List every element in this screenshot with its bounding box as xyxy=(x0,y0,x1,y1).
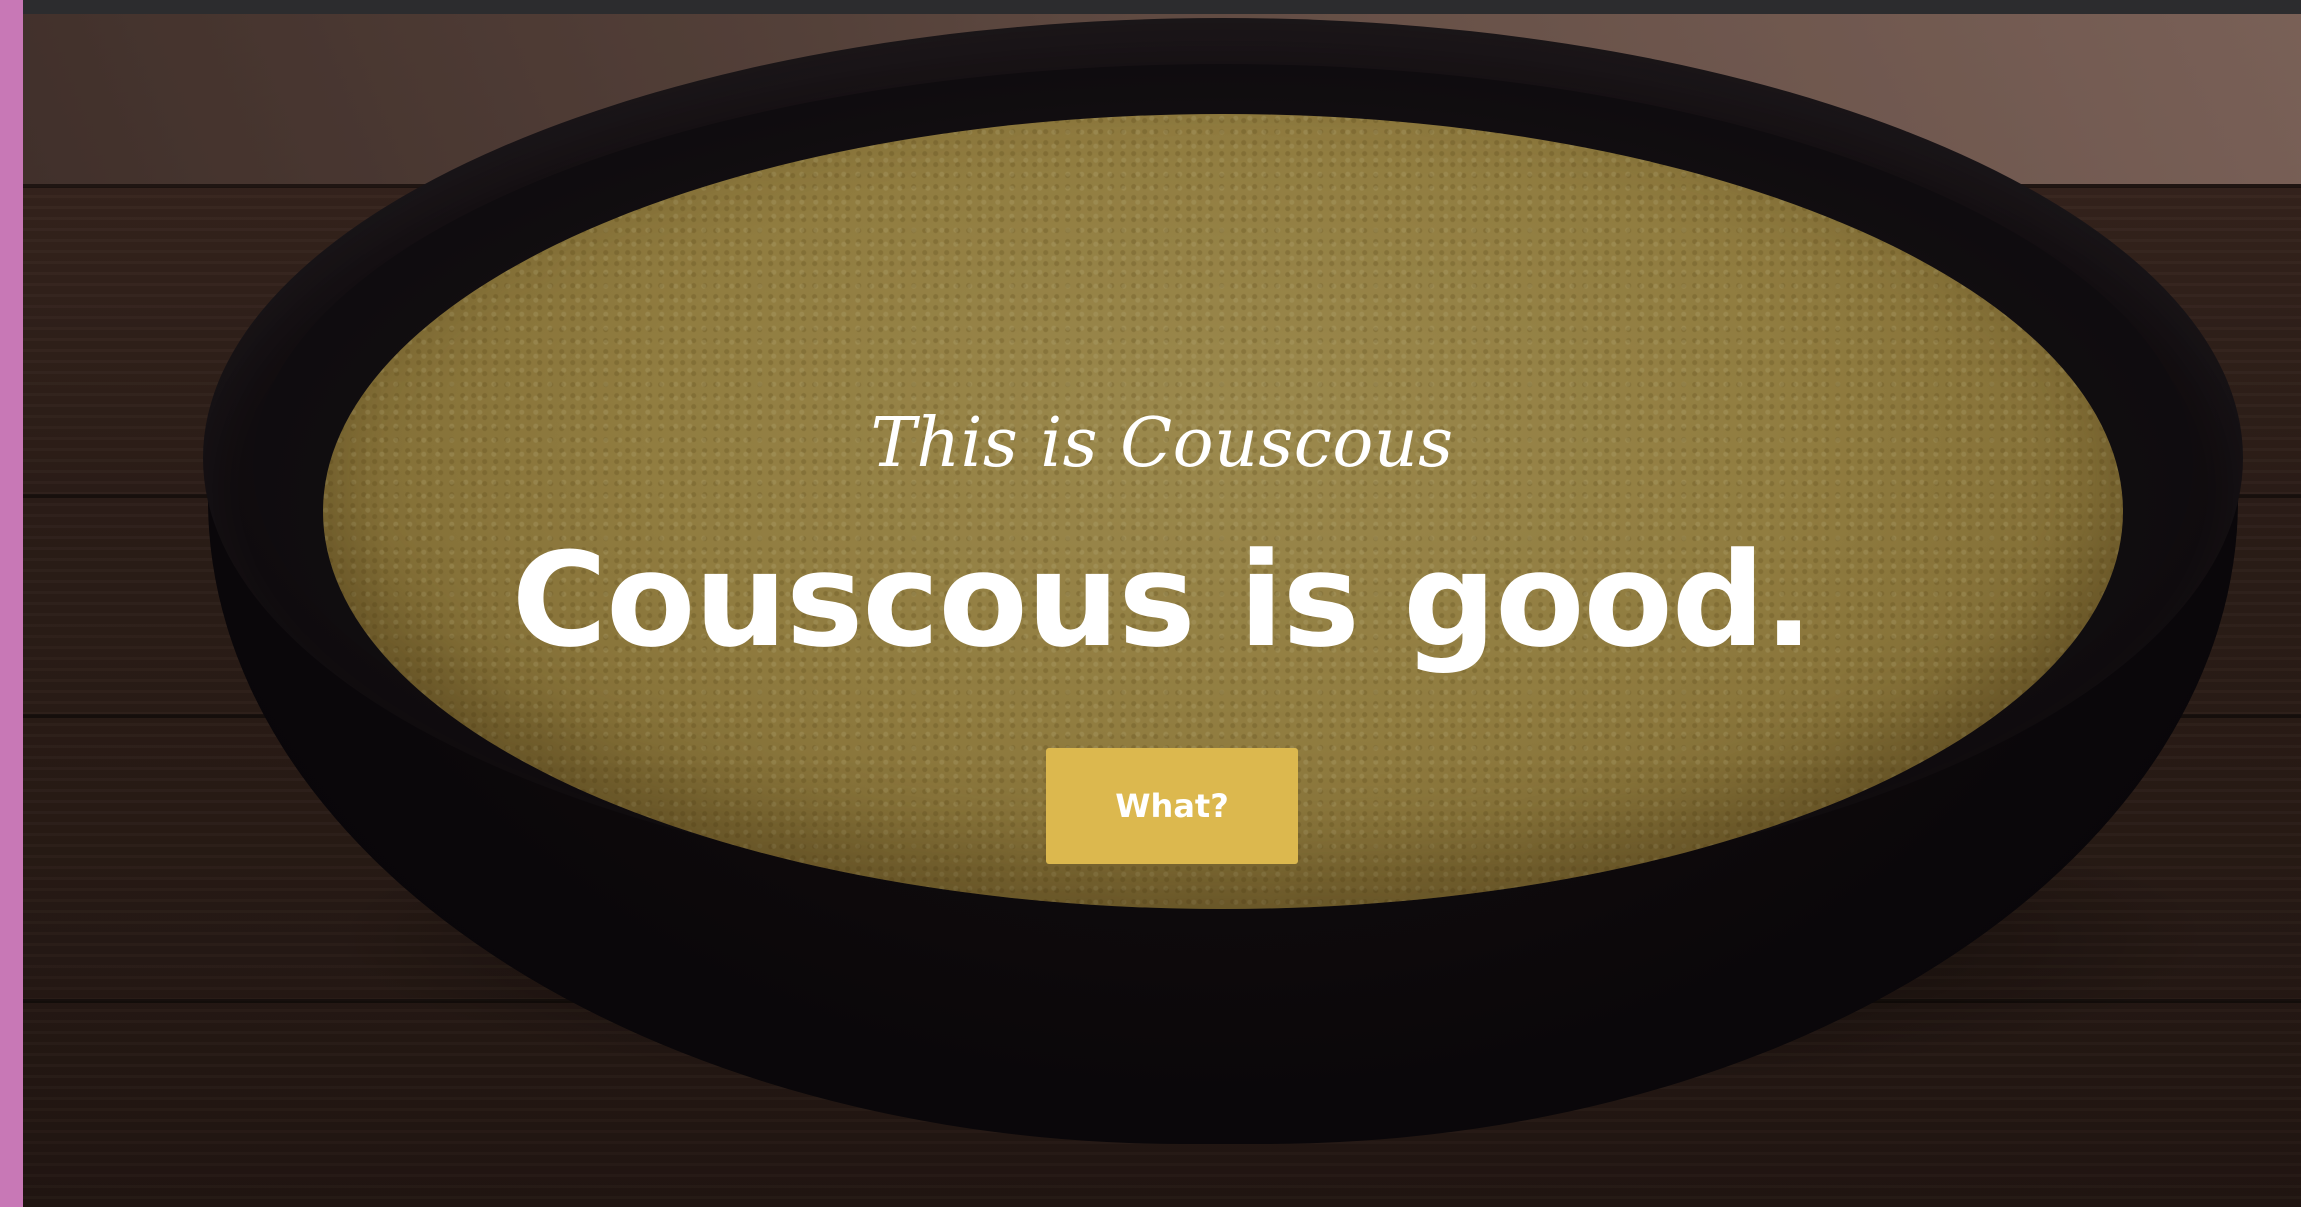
top-bar xyxy=(0,0,2301,14)
what-button[interactable]: What? xyxy=(1046,748,1298,864)
page: This is Couscous Couscous is good. What? xyxy=(0,0,2301,1207)
hero-section: This is Couscous Couscous is good. What? xyxy=(23,14,2301,1207)
hero-headline: Couscous is good. xyxy=(511,524,1814,676)
hero-kicker: This is Couscous xyxy=(870,404,1454,483)
hero-content: This is Couscous Couscous is good. What? xyxy=(23,14,2301,1207)
side-stripe xyxy=(0,0,23,1207)
